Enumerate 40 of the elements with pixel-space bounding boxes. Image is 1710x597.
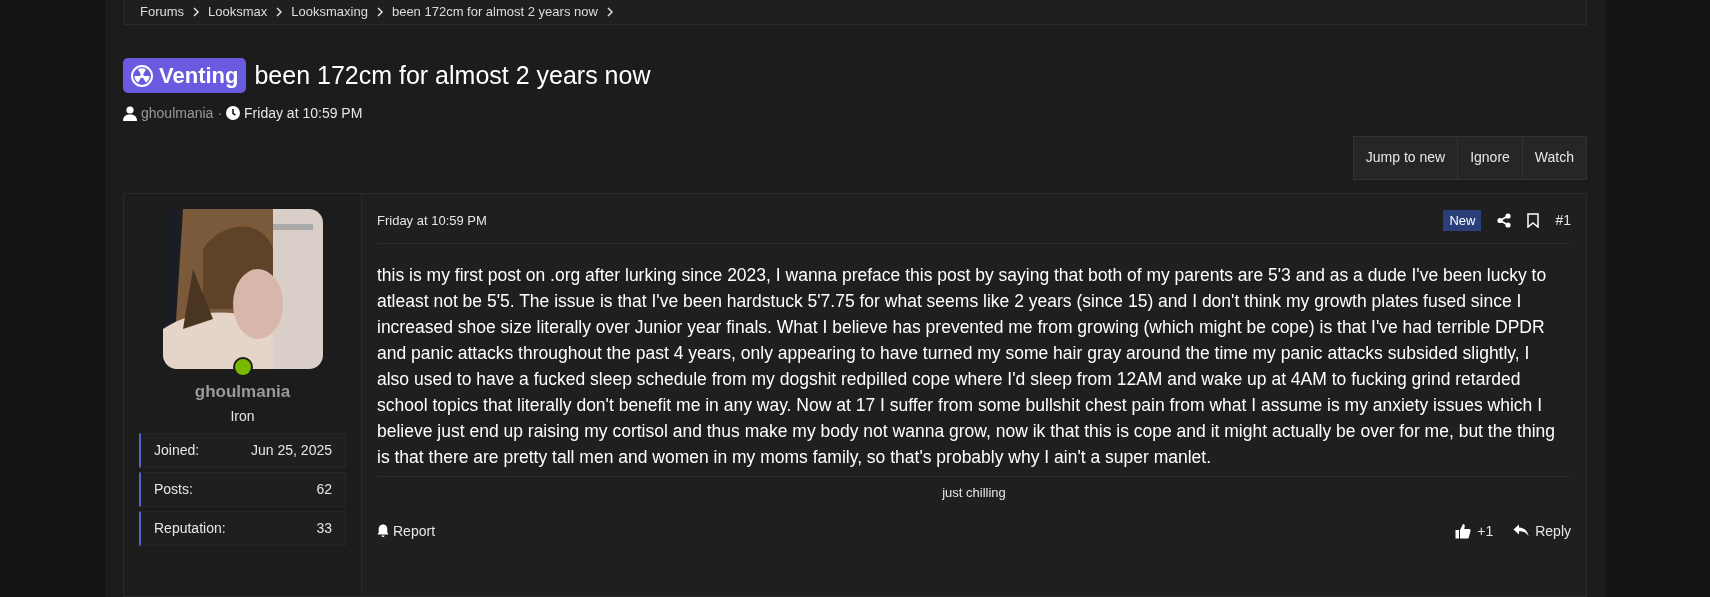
thumbs-up-icon [1455,523,1472,539]
reply-button[interactable]: Reply [1513,520,1571,542]
new-badge: New [1443,209,1482,231]
signature: just chilling [942,484,1006,502]
user-rank: Iron [230,407,255,426]
prefix-badge[interactable]: Venting [123,58,247,94]
stat-value: 62 [316,480,332,499]
share-icon[interactable] [1497,212,1512,228]
chevron-icon [605,7,614,17]
thread-button[interactable]: Jump to new [1353,136,1458,179]
stat-label: Posts: [154,480,193,499]
reply-icon [1513,524,1530,538]
report-button[interactable]: Report [377,520,436,542]
bell-icon [377,524,389,538]
chevron-icon [192,7,201,17]
chevron-icon [275,7,284,17]
breadcrumb-link[interactable]: been 172cm for almost 2 years now [391,2,598,22]
user-icon [123,105,137,121]
post-date[interactable]: Friday at 10:59 PM [377,210,487,230]
separator-dot: · [217,103,223,123]
stat-label: Reputation: [154,519,226,538]
clock-icon [226,106,241,120]
breadcrumb-link[interactable]: Forums [140,2,185,22]
thread-button[interactable]: Watch [1521,136,1586,179]
post-body: this is my first post on .org after lurking since 2023, I wanna preface this post by saying that both of my parents are 5'3 and as a dude I've been lucky to atleast not be 5'5. The issue is that I've been hardstuck 5'7.75 for what seems like 2 years (since 15) and I don't think my growth plates fused since I increased shoe size literally over Junior year finals. What I believe has prevented me from growing (which might be cope) is that I've had terrible DPDR and panic attacks throughout the past 4 years, only appearing to have turned my some hair gray around the time my panic attacks subsided slightly, I also used to have a fucked sleep schedule from my dogshit redpilled cope where I'd sleep from 12AM and wake up at 4AM to fucking grind retarded school topics that literally don't benefit me in any way. Now at 17 I suffer from some bullshit chest pain from what I assume is my anxiety issues which I believe just end up raising my cortisol and thus make my body not wanna grow, now ik that this is cope and it might actually be over for me, but the thing is that there are pretty tall men and women in my moms family, so that's probably why I ain't a super manlet. [377,264,1556,469]
post-number[interactable]: #1 [1555,209,1571,231]
thread-title: been 172cm for almost 2 years now [254,60,651,91]
author-link[interactable]: ghoulmania [141,102,214,124]
like-button[interactable]: +1 [1455,520,1494,542]
breadcrumb-link[interactable]: Looksmax [208,2,268,22]
bookmark-icon[interactable] [1527,212,1540,228]
stat-label: Joined: [154,441,200,460]
chevron-icon [375,7,384,17]
breadcrumb-link[interactable]: Looksmaxing [291,2,368,22]
thread-button[interactable]: Ignore [1457,136,1522,179]
radiation-icon [131,64,153,87]
username-link[interactable]: ghoulmania [194,378,291,404]
stat-value: Jun 25, 2025 [251,441,332,460]
thread-date: Friday at 10:59 PM [244,103,363,123]
stat-value: 33 [316,519,332,538]
